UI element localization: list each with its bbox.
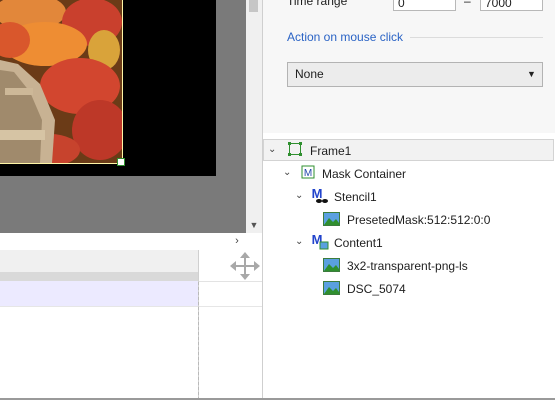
section-divider bbox=[410, 37, 543, 38]
tree-item-frame[interactable] bbox=[263, 139, 554, 161]
chevron-down-icon[interactable]: ▼ bbox=[527, 69, 536, 79]
chevron-down-icon[interactable]: ⌄ bbox=[268, 144, 276, 155]
tree-item-label: DSC_5074 bbox=[347, 282, 406, 296]
time-from-input[interactable]: 0 bbox=[393, 0, 456, 11]
time-range-label: Time range bbox=[287, 0, 348, 8]
scroll-right-arrow-icon[interactable]: › bbox=[230, 234, 244, 248]
image-thumbnail-icon bbox=[323, 281, 340, 295]
svg-text:M: M bbox=[304, 168, 312, 179]
timeline-ruler-bar bbox=[0, 272, 198, 281]
tree-item-label: Content1 bbox=[334, 236, 383, 250]
stencil-m-icon: M bbox=[311, 186, 329, 204]
tree-item-label: Stencil1 bbox=[334, 190, 377, 204]
tree-item-label: PresetedMask:512:512:0:0 bbox=[347, 213, 491, 227]
scroll-down-arrow-icon[interactable]: ▼ bbox=[246, 218, 262, 232]
time-to-input[interactable]: 7000 bbox=[480, 0, 543, 11]
chevron-down-icon[interactable]: ⌄ bbox=[295, 236, 303, 247]
content-m-icon: M bbox=[311, 232, 329, 250]
scrollbar-thumb[interactable] bbox=[249, 0, 258, 12]
image-thumbnail-icon bbox=[323, 258, 340, 272]
tree-item-label: Frame1 bbox=[310, 144, 352, 158]
tree-item-label: 3x2-transparent-png-ls bbox=[347, 259, 468, 273]
move-arrows-icon[interactable] bbox=[230, 252, 260, 280]
image-thumbnail-icon bbox=[323, 212, 340, 226]
tree-item-label: Mask Container bbox=[322, 167, 407, 181]
resize-handle[interactable] bbox=[117, 158, 125, 166]
frame-outline-icon bbox=[288, 142, 302, 156]
timeline-row-divider bbox=[0, 306, 262, 307]
action-on-click-label: Action on mouse click bbox=[287, 30, 404, 44]
mask-m-icon: M bbox=[301, 165, 315, 179]
svg-text:M: M bbox=[312, 186, 323, 201]
chevron-down-icon[interactable]: ⌄ bbox=[295, 190, 303, 201]
chevron-down-icon[interactable]: ⌄ bbox=[283, 167, 291, 178]
timeline-playhead[interactable] bbox=[198, 282, 199, 400]
mango-image[interactable] bbox=[0, 0, 123, 164]
canvas-vertical-scrollbar[interactable] bbox=[246, 0, 262, 233]
timeline-selected-row[interactable] bbox=[0, 281, 198, 306]
timeline-ruler bbox=[0, 250, 198, 272]
time-range-dash: – bbox=[464, 0, 471, 8]
action-select-value: None bbox=[295, 67, 324, 81]
action-select[interactable] bbox=[287, 62, 543, 87]
timeline-divider bbox=[199, 281, 262, 282]
